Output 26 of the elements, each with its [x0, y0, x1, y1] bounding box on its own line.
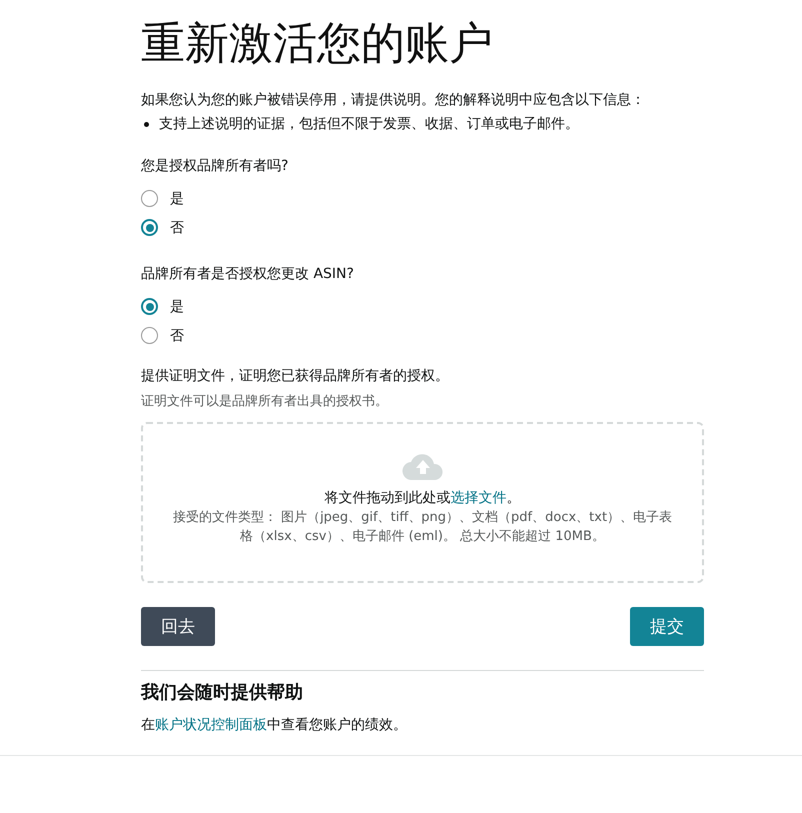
radio-button[interactable]	[141, 219, 158, 236]
radio-button[interactable]	[141, 298, 158, 315]
question-label: 品牌所有者是否授权您更改 ASIN?	[141, 265, 355, 284]
drop-instruction: 将文件拖动到此处或选择文件。	[324, 489, 520, 508]
option-label[interactable]: 否	[170, 326, 184, 344]
intro-text: 如果您认为您的账户被错误停用，请提供说明。您的解释说明中应包含以下信息：	[141, 91, 646, 110]
file-drop-zone[interactable]: 将文件拖动到此处或选择文件。 接受的文件类型： 图片（jpeg、gif、tiff、png）、文档（pdf、docx、txt）、电子表格（xlsx、csv）、电子邮件 (eml)。 总大小不能超过 10MB。	[141, 422, 704, 583]
help-text: 在账户状况控制面板中查看您账户的绩效。	[141, 716, 408, 735]
upload-label: 提供证明文件，证明您已获得品牌所有者的授权。	[141, 367, 450, 386]
back-button[interactable]: 回去	[141, 607, 215, 646]
option-label[interactable]: 否	[170, 218, 184, 236]
option-label[interactable]: 是	[170, 298, 184, 316]
bullet-text: 支持上述说明的证据，包括但不限于发票、收据、订单或电子邮件。	[159, 115, 579, 134]
accepted-types-text: 接受的文件类型： 图片（jpeg、gif、tiff、png）、文档（pdf、docx、txt）、电子表格（xlsx、csv）、电子邮件 (eml)。 总大小不能超过 10MB。	[172, 509, 674, 546]
bullet-icon	[144, 122, 149, 126]
cloud-upload-icon	[402, 452, 444, 480]
choose-file-link[interactable]: 选择文件	[450, 490, 506, 506]
radio-button[interactable]	[141, 190, 158, 207]
page-title: 重新激活您的账户	[141, 17, 494, 71]
upload-hint: 证明文件可以是品牌所有者出具的授权书。	[141, 393, 389, 411]
radio-button[interactable]	[141, 327, 158, 344]
option-label[interactable]: 是	[170, 190, 184, 208]
help-title: 我们会随时提供帮助	[141, 681, 304, 705]
submit-button[interactable]: 提交	[630, 607, 704, 646]
dashboard-link[interactable]: 账户状况控制面板	[155, 717, 267, 733]
question-label: 您是授权品牌所有者吗?	[141, 157, 290, 176]
